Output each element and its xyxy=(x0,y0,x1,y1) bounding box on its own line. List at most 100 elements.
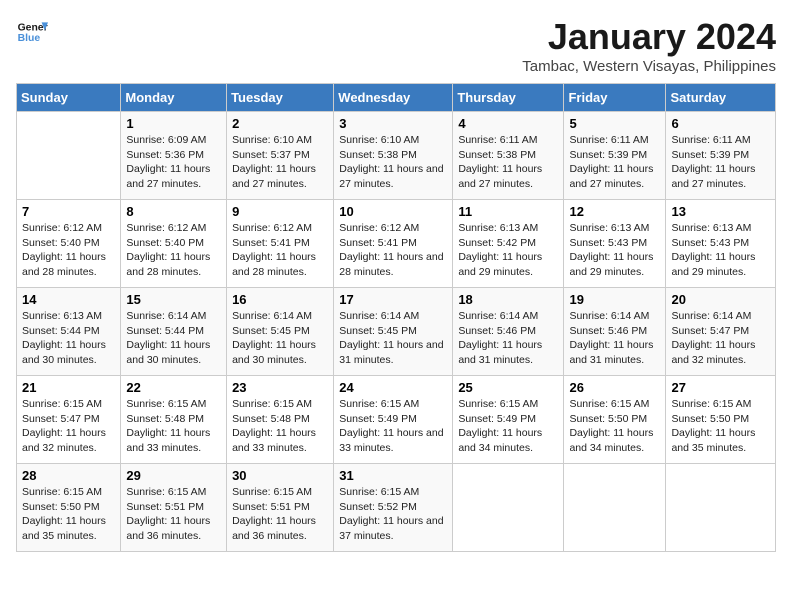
calendar-cell: 4 Sunrise: 6:11 AMSunset: 5:38 PMDaylight… xyxy=(453,112,564,200)
cell-info: Sunrise: 6:15 AMSunset: 5:49 PMDaylight:… xyxy=(339,397,447,456)
cell-info: Sunrise: 6:09 AMSunset: 5:36 PMDaylight:… xyxy=(126,133,221,192)
calendar-cell: 24 Sunrise: 6:15 AMSunset: 5:49 PMDayligh… xyxy=(334,376,453,464)
cell-info: Sunrise: 6:14 AMSunset: 5:45 PMDaylight:… xyxy=(339,309,447,368)
cell-info: Sunrise: 6:13 AMSunset: 5:43 PMDaylight:… xyxy=(671,221,770,280)
calendar-cell: 1 Sunrise: 6:09 AMSunset: 5:36 PMDaylight… xyxy=(121,112,227,200)
cell-info: Sunrise: 6:10 AMSunset: 5:38 PMDaylight:… xyxy=(339,133,447,192)
cell-info: Sunrise: 6:15 AMSunset: 5:51 PMDaylight:… xyxy=(126,485,221,544)
day-number: 12 xyxy=(569,204,660,219)
cell-info: Sunrise: 6:15 AMSunset: 5:50 PMDaylight:… xyxy=(569,397,660,456)
calendar-cell: 9 Sunrise: 6:12 AMSunset: 5:41 PMDaylight… xyxy=(227,200,334,288)
day-number: 3 xyxy=(339,116,447,131)
header-cell-wednesday: Wednesday xyxy=(334,84,453,112)
cell-info: Sunrise: 6:15 AMSunset: 5:50 PMDaylight:… xyxy=(671,397,770,456)
title-block: January 2024 Tambac, Western Visayas, Ph… xyxy=(522,16,776,75)
day-number: 23 xyxy=(232,380,328,395)
day-number: 30 xyxy=(232,468,328,483)
calendar-cell: 7 Sunrise: 6:12 AMSunset: 5:40 PMDaylight… xyxy=(17,200,121,288)
day-number: 11 xyxy=(458,204,558,219)
cell-info: Sunrise: 6:14 AMSunset: 5:44 PMDaylight:… xyxy=(126,309,221,368)
calendar-cell xyxy=(453,464,564,552)
calendar-cell: 26Sunrise: 6:15 AMSunset: 5:50 PMDayligh… xyxy=(564,376,666,464)
cell-info: Sunrise: 6:15 AMSunset: 5:47 PMDaylight:… xyxy=(22,397,115,456)
day-number: 9 xyxy=(232,204,328,219)
calendar-cell: 18 Sunrise: 6:14 AMSunset: 5:46 PMDayligh… xyxy=(453,288,564,376)
calendar-cell: 15 Sunrise: 6:14 AMSunset: 5:44 PMDayligh… xyxy=(121,288,227,376)
day-number: 27 xyxy=(671,380,770,395)
day-number: 14 xyxy=(22,292,115,307)
cell-info: Sunrise: 6:11 AMSunset: 5:39 PMDaylight:… xyxy=(671,133,770,192)
day-number: 6 xyxy=(671,116,770,131)
calendar-cell: 31 Sunrise: 6:15 AMSunset: 5:52 PMDayligh… xyxy=(334,464,453,552)
day-number: 21 xyxy=(22,380,115,395)
cell-info: Sunrise: 6:12 AMSunset: 5:41 PMDaylight:… xyxy=(232,221,328,280)
calendar-cell: 14 Sunrise: 6:13 AMSunset: 5:44 PMDayligh… xyxy=(17,288,121,376)
header-cell-friday: Friday xyxy=(564,84,666,112)
day-number: 19 xyxy=(569,292,660,307)
cell-info: Sunrise: 6:14 AMSunset: 5:47 PMDaylight:… xyxy=(671,309,770,368)
cell-info: Sunrise: 6:11 AMSunset: 5:38 PMDaylight:… xyxy=(458,133,558,192)
calendar-cell: 28 Sunrise: 6:15 AMSunset: 5:50 PMDayligh… xyxy=(17,464,121,552)
calendar-cell: 30Sunrise: 6:15 AMSunset: 5:51 PMDayligh… xyxy=(227,464,334,552)
calendar-cell: 25Sunrise: 6:15 AMSunset: 5:49 PMDayligh… xyxy=(453,376,564,464)
calendar-body: 1 Sunrise: 6:09 AMSunset: 5:36 PMDaylight… xyxy=(17,112,776,552)
day-number: 13 xyxy=(671,204,770,219)
cell-info: Sunrise: 6:15 AMSunset: 5:52 PMDaylight:… xyxy=(339,485,447,544)
day-number: 18 xyxy=(458,292,558,307)
calendar-cell: 3 Sunrise: 6:10 AMSunset: 5:38 PMDaylight… xyxy=(334,112,453,200)
calendar-cell: 29Sunrise: 6:15 AMSunset: 5:51 PMDayligh… xyxy=(121,464,227,552)
day-number: 15 xyxy=(126,292,221,307)
week-row-3: 14 Sunrise: 6:13 AMSunset: 5:44 PMDayligh… xyxy=(17,288,776,376)
cell-info: Sunrise: 6:12 AMSunset: 5:40 PMDaylight:… xyxy=(126,221,221,280)
header-cell-sunday: Sunday xyxy=(17,84,121,112)
calendar-cell: 17Sunrise: 6:14 AMSunset: 5:45 PMDayligh… xyxy=(334,288,453,376)
calendar-cell: 6 Sunrise: 6:11 AMSunset: 5:39 PMDaylight… xyxy=(666,112,776,200)
header-cell-monday: Monday xyxy=(121,84,227,112)
cell-info: Sunrise: 6:11 AMSunset: 5:39 PMDaylight:… xyxy=(569,133,660,192)
day-number: 22 xyxy=(126,380,221,395)
calendar-cell: 20 Sunrise: 6:14 AMSunset: 5:47 PMDayligh… xyxy=(666,288,776,376)
cell-info: Sunrise: 6:13 AMSunset: 5:44 PMDaylight:… xyxy=(22,309,115,368)
cell-info: Sunrise: 6:15 AMSunset: 5:50 PMDaylight:… xyxy=(22,485,115,544)
calendar-cell: 2Sunrise: 6:10 AMSunset: 5:37 PMDaylight… xyxy=(227,112,334,200)
week-row-1: 1 Sunrise: 6:09 AMSunset: 5:36 PMDaylight… xyxy=(17,112,776,200)
calendar-subtitle: Tambac, Western Visayas, Philippines xyxy=(522,58,776,75)
cell-info: Sunrise: 6:15 AMSunset: 5:48 PMDaylight:… xyxy=(232,397,328,456)
day-number: 4 xyxy=(458,116,558,131)
day-number: 24 xyxy=(339,380,447,395)
calendar-cell xyxy=(564,464,666,552)
calendar-cell: 27 Sunrise: 6:15 AMSunset: 5:50 PMDayligh… xyxy=(666,376,776,464)
cell-info: Sunrise: 6:13 AMSunset: 5:42 PMDaylight:… xyxy=(458,221,558,280)
week-row-4: 21 Sunrise: 6:15 AMSunset: 5:47 PMDayligh… xyxy=(17,376,776,464)
calendar-title: January 2024 xyxy=(522,16,776,58)
week-row-2: 7 Sunrise: 6:12 AMSunset: 5:40 PMDaylight… xyxy=(17,200,776,288)
cell-info: Sunrise: 6:14 AMSunset: 5:45 PMDaylight:… xyxy=(232,309,328,368)
calendar-cell: 10Sunrise: 6:12 AMSunset: 5:41 PMDayligh… xyxy=(334,200,453,288)
logo-icon: General Blue xyxy=(16,16,48,48)
calendar-header: SundayMondayTuesdayWednesdayThursdayFrid… xyxy=(17,84,776,112)
cell-info: Sunrise: 6:14 AMSunset: 5:46 PMDaylight:… xyxy=(569,309,660,368)
day-number: 20 xyxy=(671,292,770,307)
calendar-cell: 21 Sunrise: 6:15 AMSunset: 5:47 PMDayligh… xyxy=(17,376,121,464)
cell-info: Sunrise: 6:14 AMSunset: 5:46 PMDaylight:… xyxy=(458,309,558,368)
calendar-table: SundayMondayTuesdayWednesdayThursdayFrid… xyxy=(16,83,776,552)
header-cell-thursday: Thursday xyxy=(453,84,564,112)
header-cell-saturday: Saturday xyxy=(666,84,776,112)
calendar-cell: 19 Sunrise: 6:14 AMSunset: 5:46 PMDayligh… xyxy=(564,288,666,376)
logo: General Blue xyxy=(16,16,48,48)
day-number: 31 xyxy=(339,468,447,483)
calendar-cell: 13 Sunrise: 6:13 AMSunset: 5:43 PMDayligh… xyxy=(666,200,776,288)
calendar-cell: 23 Sunrise: 6:15 AMSunset: 5:48 PMDayligh… xyxy=(227,376,334,464)
day-number: 5 xyxy=(569,116,660,131)
week-row-5: 28 Sunrise: 6:15 AMSunset: 5:50 PMDayligh… xyxy=(17,464,776,552)
cell-info: Sunrise: 6:12 AMSunset: 5:40 PMDaylight:… xyxy=(22,221,115,280)
day-number: 28 xyxy=(22,468,115,483)
cell-info: Sunrise: 6:15 AMSunset: 5:48 PMDaylight:… xyxy=(126,397,221,456)
calendar-cell: 16Sunrise: 6:14 AMSunset: 5:45 PMDayligh… xyxy=(227,288,334,376)
calendar-cell: 22 Sunrise: 6:15 AMSunset: 5:48 PMDayligh… xyxy=(121,376,227,464)
day-number: 7 xyxy=(22,204,115,219)
day-number: 1 xyxy=(126,116,221,131)
header-row: SundayMondayTuesdayWednesdayThursdayFrid… xyxy=(17,84,776,112)
day-number: 2 xyxy=(232,116,328,131)
cell-info: Sunrise: 6:12 AMSunset: 5:41 PMDaylight:… xyxy=(339,221,447,280)
